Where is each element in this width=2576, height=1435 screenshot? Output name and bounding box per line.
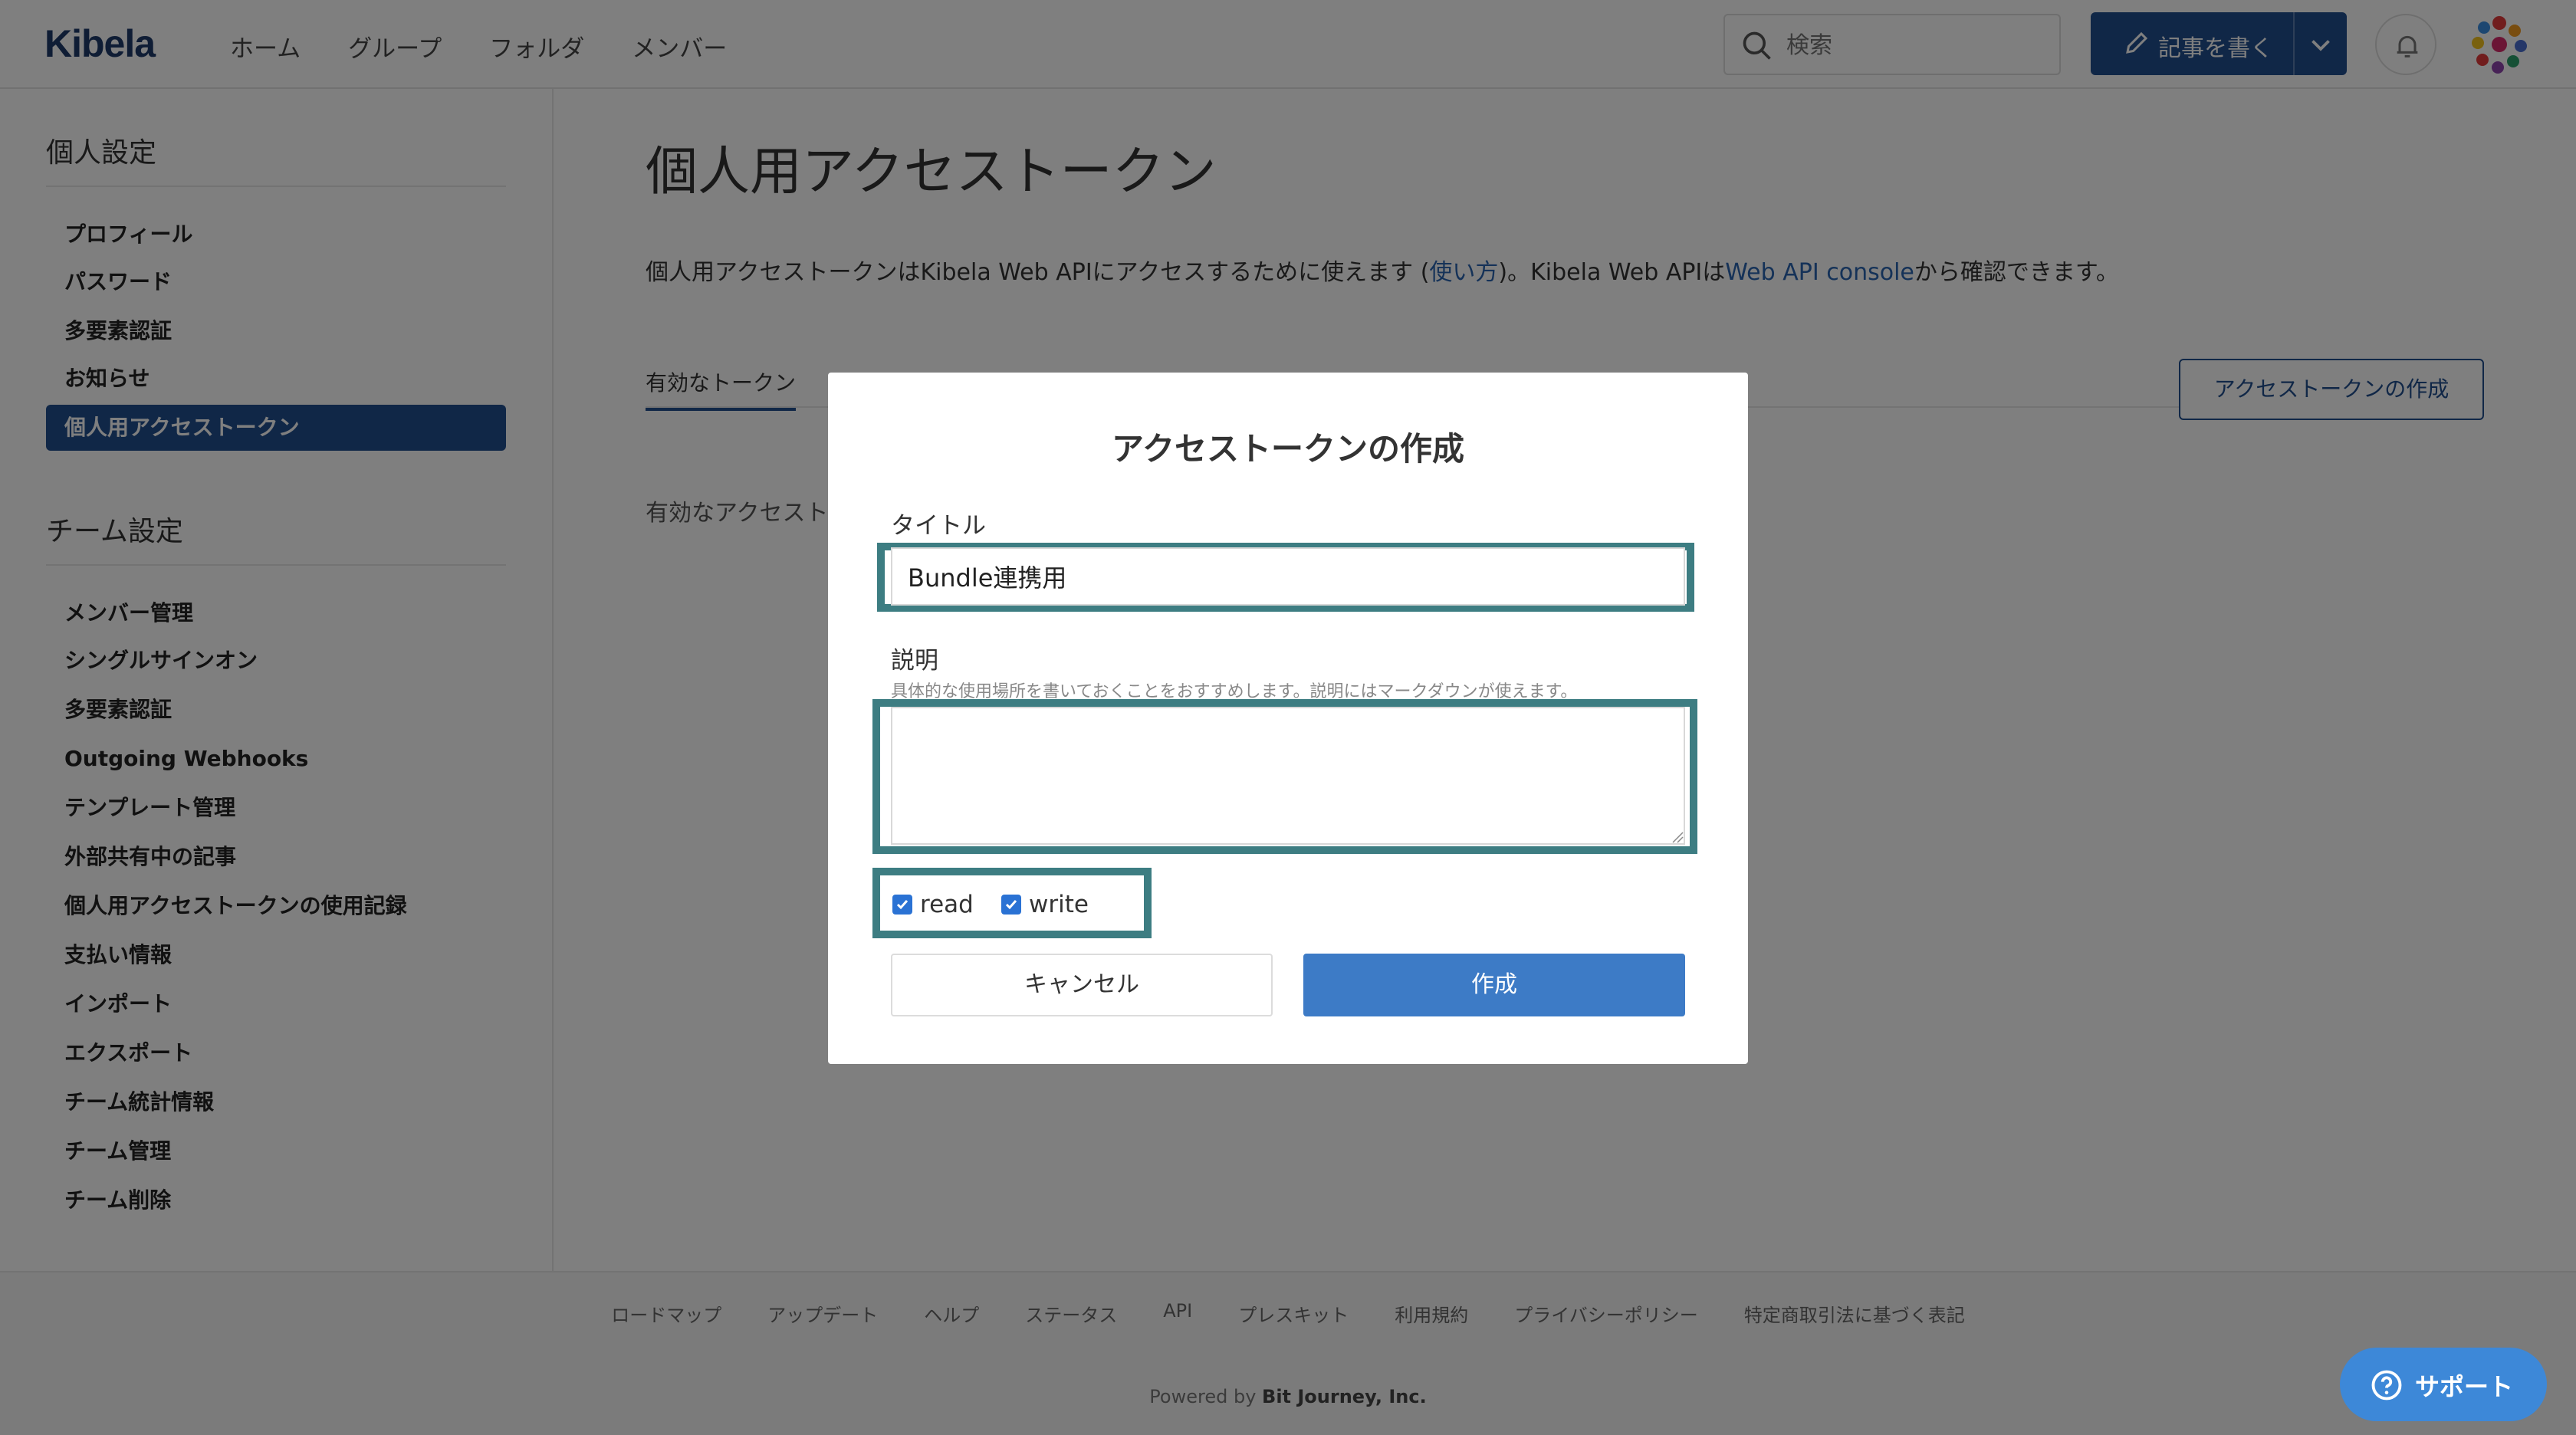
scope-write-label: write [1029,891,1089,918]
resize-grip-icon[interactable] [1671,831,1684,843]
support-button[interactable]: サポート [2340,1348,2547,1421]
checkbox-checked-icon[interactable] [892,895,912,915]
checkbox-checked-icon[interactable] [1001,895,1021,915]
title-label: タイトル [891,512,986,540]
help-icon [2371,1370,2402,1401]
description-label: 説明 [891,647,938,675]
scope-read-label: read [920,891,974,918]
modal-title: アクセストークンの作成 [1112,430,1464,468]
description-textarea[interactable] [891,707,1685,845]
scope-write-checkbox[interactable]: write [1001,891,1089,918]
title-input[interactable] [891,547,1685,606]
support-label: サポート [2415,1372,2514,1401]
create-button[interactable]: 作成 [1303,954,1685,1016]
create-token-modal: アクセストークンの作成 タイトル 説明 具体的な使用場所を書いておくことをおすす… [828,373,1748,1064]
scope-read-checkbox[interactable]: read [892,891,974,918]
cancel-button[interactable]: キャンセル [891,954,1273,1016]
